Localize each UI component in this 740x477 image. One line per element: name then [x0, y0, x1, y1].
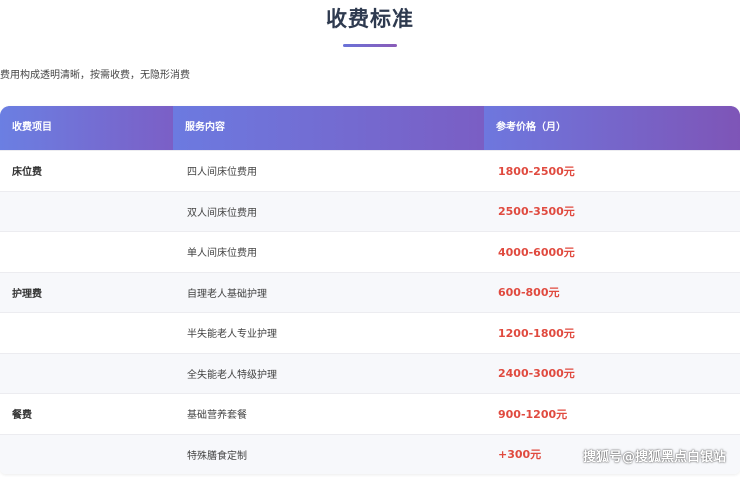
row-service: 全失能老人特级护理 [187, 369, 277, 381]
row-service: 双人间床位费用 [187, 207, 257, 219]
row-price: 1200-1800元 [498, 326, 575, 340]
row-category [0, 192, 173, 232]
row-category: 床位费 [12, 167, 42, 179]
watermark: 搜狐号@搜狐黑点白银站 [582, 450, 726, 465]
row-service: 单人间床位费用 [187, 248, 257, 260]
table-row: 护理费 自理老人基础护理 600-800元 [0, 271, 740, 312]
table-row: 半失能老人专业护理 1200-1800元 [0, 312, 740, 353]
table-body: 床位费 四人间床位费用 1800-2500元 双人间床位费用 2500-3500… [0, 150, 740, 474]
row-price: 1800-2500元 [498, 164, 575, 178]
row-category [0, 435, 173, 475]
row-category [0, 354, 173, 394]
table-row: 床位费 四人间床位费用 1800-2500元 [0, 150, 740, 191]
title-underline [343, 44, 397, 47]
column-header-item: 收费项目 [0, 106, 173, 150]
table-row: 单人间床位费用 4000-6000元 [0, 231, 740, 272]
table-row: 餐费 基础营养套餐 900-1200元 [0, 393, 740, 434]
row-service: 基础营养套餐 [187, 410, 247, 422]
page-subtitle: 费用构成透明清晰，按需收费，无隐形消费 [0, 70, 190, 81]
row-service: 四人间床位费用 [187, 167, 257, 179]
page-title: 收费标准 [326, 7, 414, 31]
column-header-price: 参考价格（月） [484, 106, 740, 150]
row-price: 600-800元 [498, 286, 560, 300]
row-category: 护理费 [12, 288, 42, 300]
row-price: 2500-3500元 [498, 205, 575, 219]
row-service: 自理老人基础护理 [187, 288, 267, 300]
row-price: 900-1200元 [498, 407, 568, 421]
row-category: 餐费 [12, 410, 32, 422]
row-service: 半失能老人专业护理 [187, 329, 277, 341]
table-row: 双人间床位费用 2500-3500元 [0, 190, 740, 232]
fee-table: 收费项目 服务内容 参考价格（月） 床位费 四人间床位费用 1800-2500元… [0, 106, 740, 474]
row-category [0, 232, 173, 272]
row-price: 2400-3000元 [498, 367, 575, 381]
row-service: 特殊膳食定制 [187, 450, 247, 462]
column-header-service: 服务内容 [173, 106, 484, 150]
row-category [0, 313, 173, 353]
row-price: 4000-6000元 [498, 245, 575, 259]
table-row: 全失能老人特级护理 2400-3000元 [0, 352, 740, 394]
table-header: 收费项目 服务内容 参考价格（月） [0, 106, 740, 150]
title-section: 收费标准 [0, 4, 740, 47]
